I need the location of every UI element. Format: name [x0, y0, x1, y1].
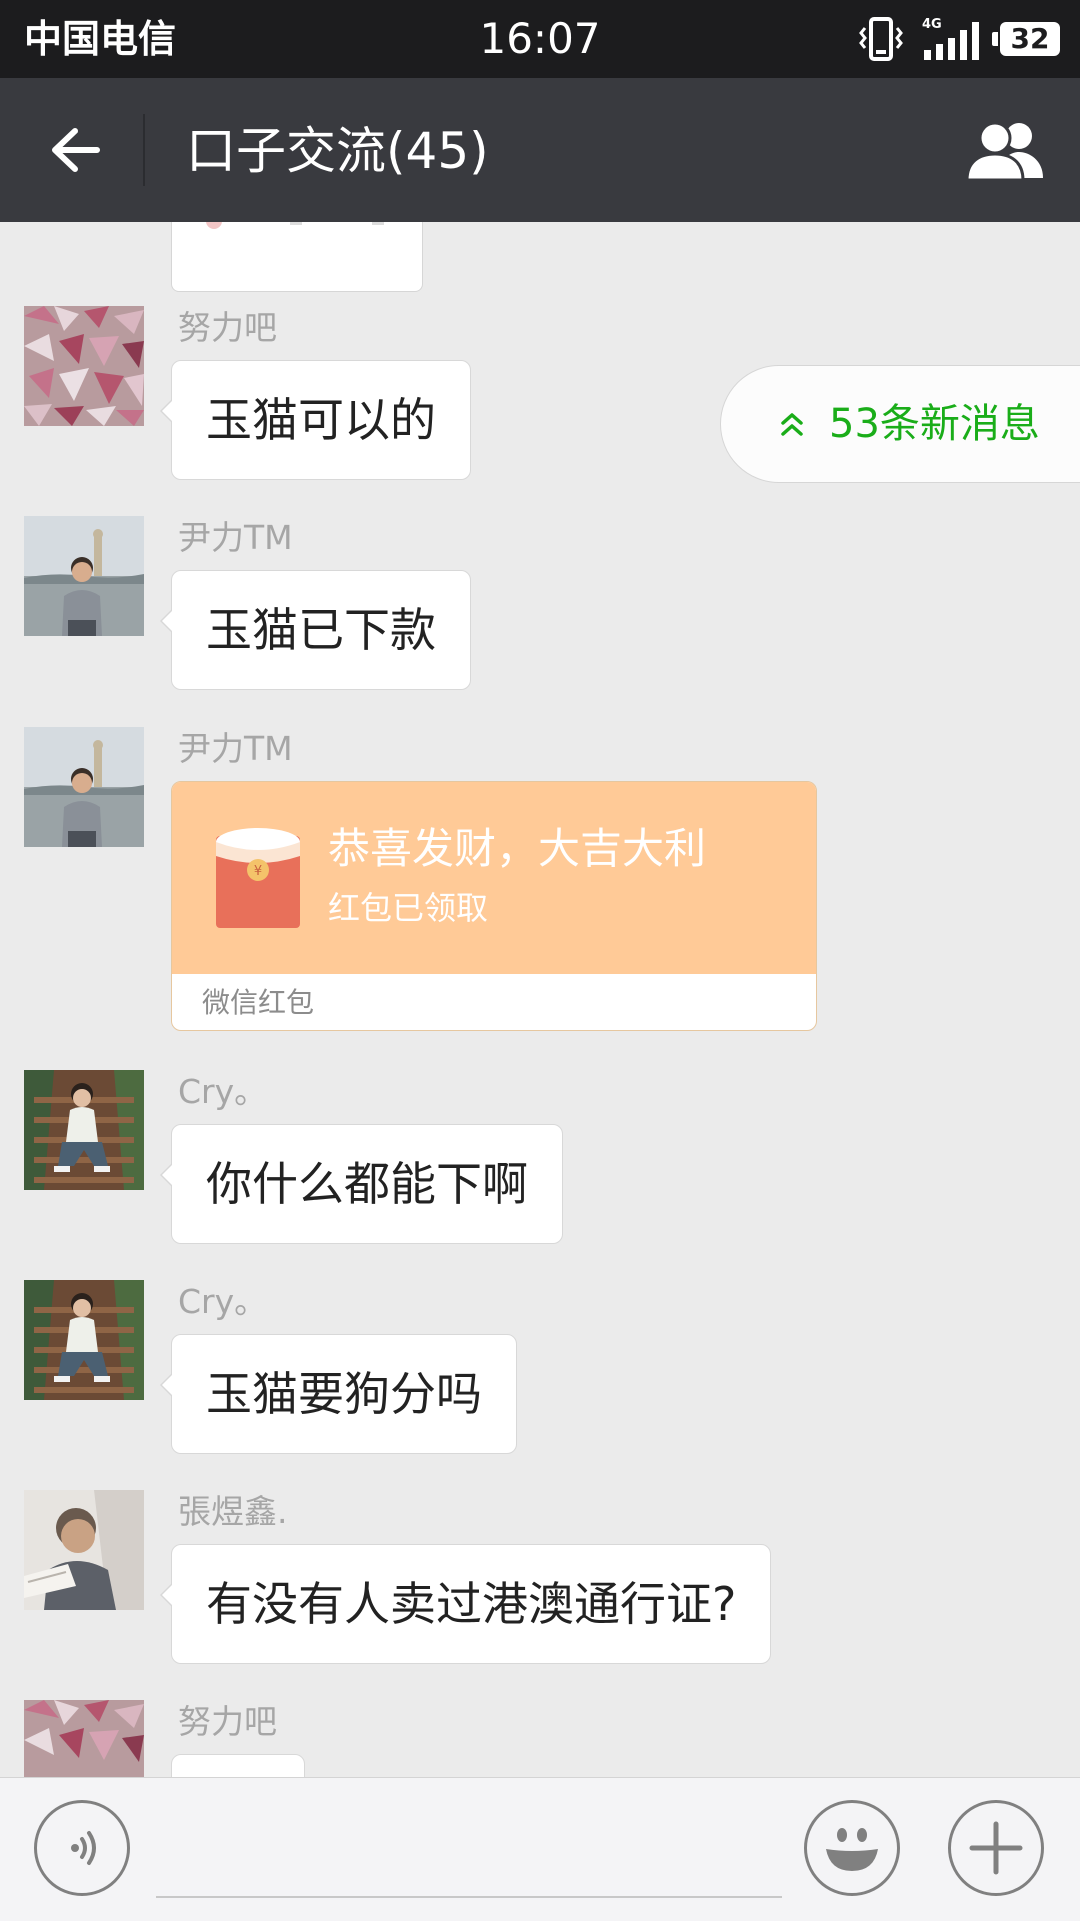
- chat-title: 口子交流(45): [186, 122, 489, 180]
- sender-name: 尹力TM: [178, 518, 293, 557]
- new-messages-label: 53条新消息: [829, 401, 1040, 447]
- man-by-sea-avatar-icon: [24, 516, 144, 636]
- avatar[interactable]: [24, 1490, 144, 1610]
- red-packet-message[interactable]: ¥ 恭喜发财，大吉大利 红包已领取 微信红包: [171, 781, 817, 1031]
- sender-name: Cry。: [178, 1072, 268, 1111]
- voice-input-icon: [71, 1831, 96, 1865]
- battery-indicator: 32: [992, 22, 1060, 56]
- title-divider: [143, 114, 145, 186]
- signal-4g-icon: 4G: [922, 17, 979, 60]
- group-members-button[interactable]: [960, 112, 1050, 188]
- input-bar: [0, 1777, 1080, 1921]
- sender-name: Cry。: [178, 1282, 268, 1321]
- message-bubble[interactable]: 玉猫要狗分吗: [160, 1334, 517, 1454]
- new-messages-button[interactable]: 53条新消息: [720, 365, 1080, 483]
- red-packet-title: 恭喜发财，大吉大利: [328, 824, 707, 873]
- previous-message-card[interactable]: [171, 222, 423, 292]
- avatar[interactable]: [24, 727, 144, 847]
- sender-name: 尹力TM: [178, 729, 293, 768]
- sender-name: 努力吧: [178, 308, 277, 347]
- plus-icon: [969, 1821, 1023, 1875]
- message-bubble[interactable]: 玉猫可以的: [160, 360, 471, 480]
- red-packet-footer: 微信红包: [202, 986, 315, 1019]
- more-actions-button[interactable]: [948, 1800, 1044, 1896]
- man-reading-avatar-icon: [24, 1490, 144, 1610]
- voice-input-button[interactable]: [34, 1800, 130, 1896]
- message-input[interactable]: [156, 1814, 782, 1898]
- message-bubble[interactable]: 你什么都能下啊: [160, 1124, 563, 1244]
- status-icons: 4G 32: [856, 16, 1060, 62]
- group-members-icon: [965, 121, 1043, 182]
- young-man-stairs-avatar-icon: [24, 1280, 144, 1400]
- status-bar: 中国电信 16:07 4G 32: [0, 0, 1080, 78]
- sender-name: 張煜鑫.: [178, 1492, 288, 1531]
- red-packet-status: 红包已领取: [328, 889, 489, 927]
- chat-message-list[interactable]: 努力吧 玉猫可以的 尹力TM 玉猫已下款 尹力TM ¥ 恭喜发财，大吉大利 红包…: [0, 222, 1080, 1777]
- red-envelope-icon: ¥: [216, 828, 300, 928]
- message-bubble[interactable]: [171, 1754, 305, 1777]
- pink-candies-avatar-icon: [24, 1700, 144, 1777]
- sender-name: 努力吧: [178, 1702, 277, 1741]
- man-by-sea-avatar-icon: [24, 727, 144, 847]
- avatar[interactable]: [24, 306, 144, 426]
- double-chevron-up-icon: [781, 413, 803, 436]
- young-man-stairs-avatar-icon: [24, 1070, 144, 1190]
- message-bubble[interactable]: 有没有人卖过港澳通行证?: [159, 1544, 772, 1664]
- avatar[interactable]: [24, 516, 144, 636]
- network-type-label: 4G: [922, 17, 942, 32]
- message-bubble[interactable]: 玉猫已下款: [160, 570, 471, 690]
- avatar[interactable]: [24, 1700, 144, 1777]
- pink-candies-avatar-icon: [24, 306, 144, 426]
- title-bar: 口子交流(45): [0, 78, 1080, 222]
- avatar[interactable]: [24, 1280, 144, 1400]
- back-button[interactable]: [30, 108, 120, 192]
- emoji-button[interactable]: [804, 1800, 900, 1896]
- emoji-smile-icon: [826, 1828, 878, 1871]
- svg-text:¥: ¥: [254, 864, 262, 879]
- vibrate-icon: [859, 17, 903, 61]
- arrow-left-icon: [52, 128, 100, 172]
- avatar[interactable]: [24, 1070, 144, 1190]
